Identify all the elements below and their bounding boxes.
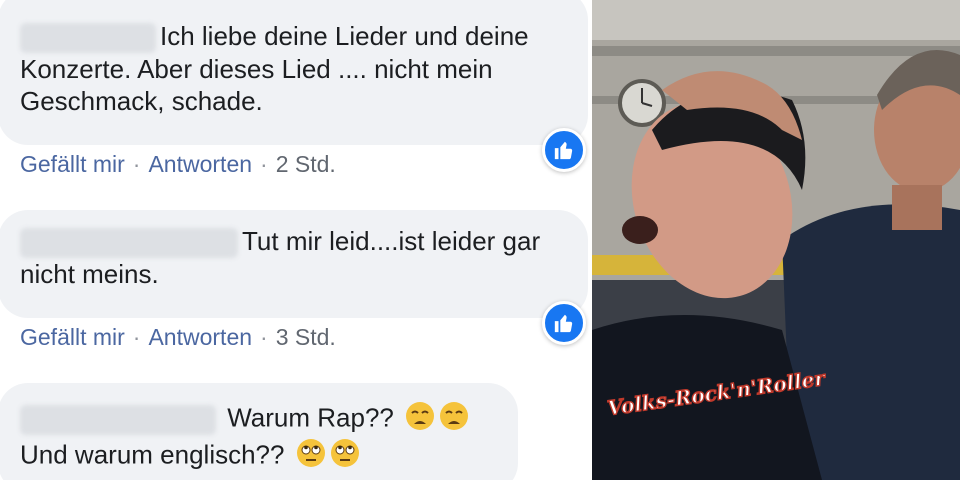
like-reaction-icon[interactable] <box>542 128 586 172</box>
comment-thread: Ich liebe deine Lieder und deine Konzert… <box>0 0 592 480</box>
like-reaction-icon[interactable] <box>542 301 586 345</box>
separator: · <box>132 151 141 177</box>
comment-text: Warum Rap?? <box>20 401 518 438</box>
separator: · <box>260 151 268 177</box>
blurred-author-name <box>20 228 238 259</box>
blurred-author-name <box>20 404 216 435</box>
comment-text: Geschmack, schade. <box>20 86 263 117</box>
comment-bubble-1: Ich liebe deine Lieder und deine Konzert… <box>0 0 588 145</box>
separator: · <box>260 324 268 350</box>
photo-illustration: Volks-Rock'n'Roller <box>592 0 960 480</box>
timestamp[interactable]: 3 Std. <box>276 324 336 351</box>
comment-text: nicht meins. <box>20 259 159 290</box>
reply-link[interactable]: Antworten <box>148 151 252 178</box>
comment-text: Konzerte. Aber dieses Lied .... nicht me… <box>20 54 493 85</box>
comment-bubble-2: Tut mir leid....ist leider gar nicht mei… <box>0 210 588 318</box>
weary-face-emoji-icon <box>439 401 469 438</box>
reply-link[interactable]: Antworten <box>148 324 252 351</box>
comment-text: Tut mir leid....ist leider gar <box>20 225 588 259</box>
comment-bubble-3: Warum Rap?? Und warum englisch?? <box>0 383 518 480</box>
weary-face-emoji-icon <box>405 401 435 438</box>
like-link[interactable]: Gefällt mir <box>20 324 125 351</box>
comment-text: Ich liebe deine Lieder und deine <box>20 20 588 54</box>
comment-text: Und warum englisch?? <box>20 438 518 475</box>
separator: · <box>132 324 141 350</box>
timestamp[interactable]: 2 Std. <box>276 151 336 178</box>
eye-roll-emoji-icon <box>296 438 326 475</box>
eye-roll-emoji-icon <box>330 438 360 475</box>
comment-actions: Gefällt mir · Antworten · 2 Std. <box>20 151 336 178</box>
photo-two-men: Volks-Rock'n'Roller <box>592 0 960 480</box>
like-link[interactable]: Gefällt mir <box>20 151 125 178</box>
comment-actions: Gefällt mir · Antworten · 3 Std. <box>20 324 336 351</box>
blurred-author-name <box>20 23 156 54</box>
